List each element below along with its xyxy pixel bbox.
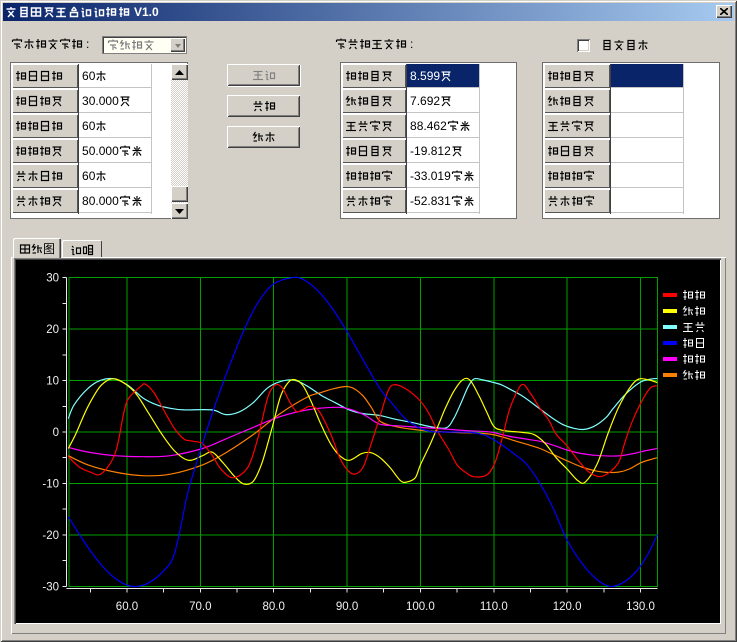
svg-text:110.0: 110.0 [480,601,508,613]
svg-text:30: 30 [46,273,59,285]
svg-text:-20: -20 [42,530,59,542]
svg-text:-30: -30 [42,581,59,593]
svg-text:120.0: 120.0 [553,601,582,613]
svg-text:-10: -10 [42,478,59,490]
svg-text:130.0: 130.0 [626,601,655,613]
svg-text:70.0: 70.0 [189,601,211,613]
svg-text:0: 0 [53,427,59,439]
svg-text:80.0: 80.0 [263,601,285,613]
svg-text:10: 10 [46,376,59,388]
svg-text:20: 20 [46,324,59,336]
svg-text:90.0: 90.0 [336,601,358,613]
svg-text:100.0: 100.0 [406,601,435,613]
svg-text:60.0: 60.0 [116,601,138,613]
